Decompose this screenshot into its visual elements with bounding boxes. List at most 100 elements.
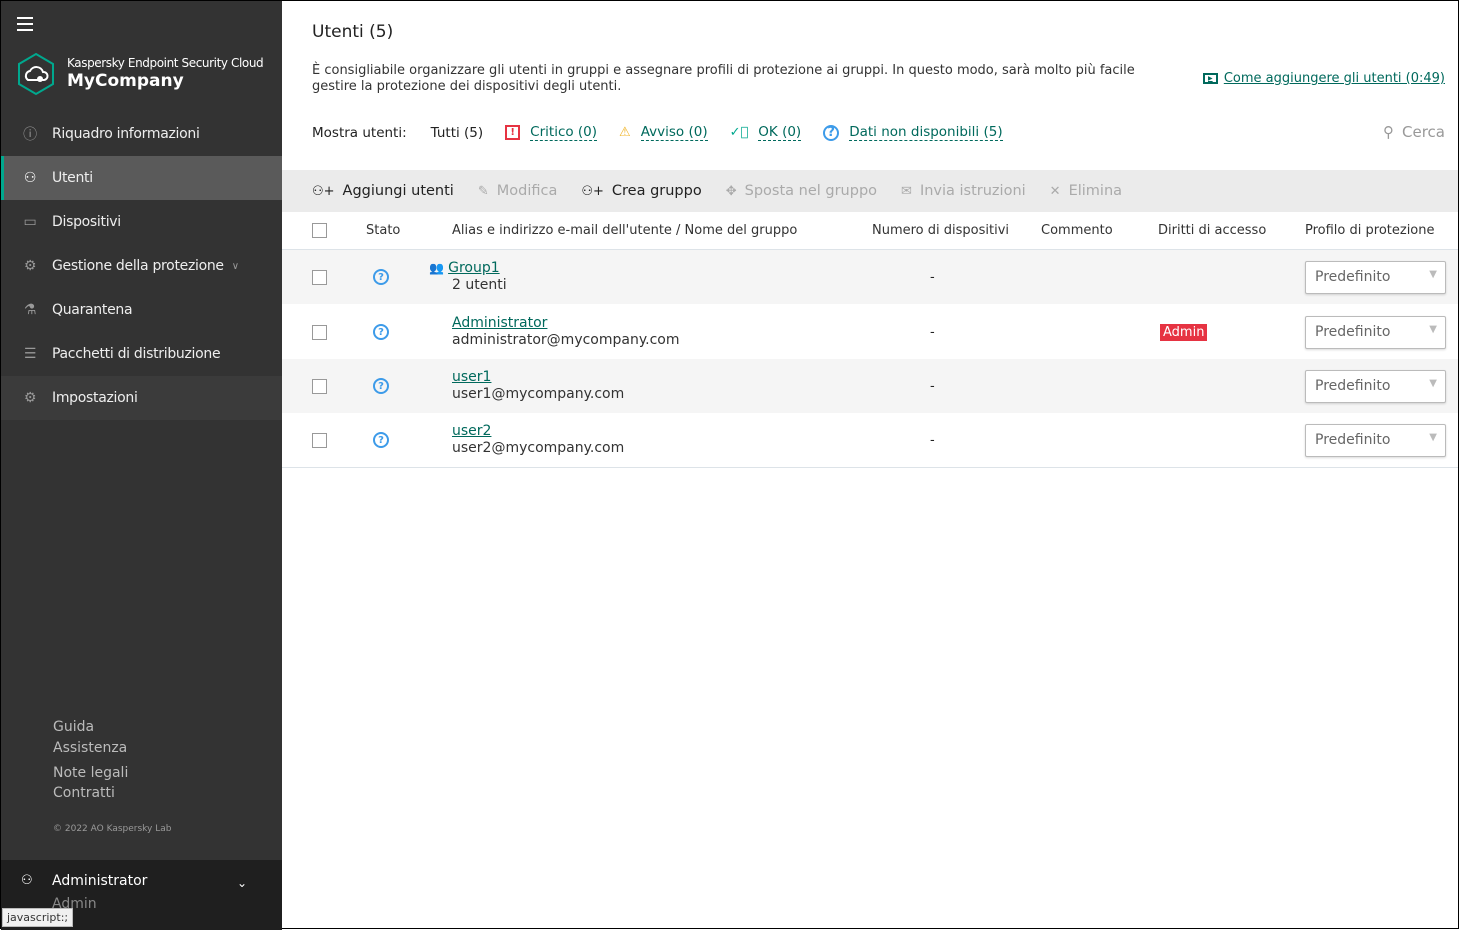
move-icon: ✥: [725, 183, 737, 199]
add-group-icon: ⚇+: [581, 183, 604, 199]
filters-label: Mostra utenti:: [312, 124, 407, 141]
video-link-label: Come aggiungere gli utenti (0:49): [1223, 71, 1445, 86]
col-rights[interactable]: Diritti di accesso: [1158, 212, 1266, 249]
chevron-down-icon: ▼: [1429, 432, 1437, 443]
col-devices[interactable]: Numero di dispositivi: [872, 212, 1009, 249]
delete-label: Elimina: [1068, 183, 1123, 199]
warning-icon: ⚠: [619, 125, 631, 140]
filter-ok[interactable]: ✓⃝ OK (0): [730, 124, 802, 141]
sidebar: Kaspersky Endpoint Security Cloud MyComp…: [1, 1, 282, 930]
row-checkbox[interactable]: [312, 432, 327, 448]
packages-icon: ☰: [23, 346, 37, 362]
col-status[interactable]: Stato: [366, 212, 400, 249]
col-profile[interactable]: Profilo di protezione: [1305, 212, 1435, 249]
col-alias[interactable]: Alias e indirizzo e-mail dell'utente / N…: [452, 212, 797, 249]
create-group-label: Crea gruppo: [611, 183, 702, 199]
sidebar-item-label: Dispositivi: [52, 214, 121, 230]
filter-unavailable[interactable]: ? Dati non disponibili (5): [823, 124, 1003, 141]
guide-link[interactable]: Guida: [53, 719, 94, 735]
chevron-down-icon: ▼: [1429, 378, 1437, 389]
user-icon: ⚇: [21, 873, 33, 888]
pencil-icon: ✎: [477, 183, 489, 199]
support-link[interactable]: Assistenza: [53, 740, 127, 756]
row-name-link[interactable]: user2: [452, 423, 491, 439]
menu-icon[interactable]: [17, 17, 33, 31]
col-comment[interactable]: Commento: [1041, 212, 1113, 249]
sidebar-item-quarantena[interactable]: ⚗ Quarantena: [1, 288, 282, 332]
chevron-down-icon: ▼: [1429, 269, 1437, 280]
question-icon: ?: [373, 324, 389, 340]
sidebar-item-pacchetti[interactable]: ☰ Pacchetti di distribuzione: [1, 332, 282, 376]
toolbar: ⚇+ Aggiungi utenti ✎ Modifica ⚇+ Crea grupp…: [282, 170, 1458, 212]
edit-button[interactable]: ✎ Modifica: [478, 183, 558, 199]
profile-value: Predefinito: [1315, 269, 1391, 285]
brand-company: MyCompany: [67, 71, 184, 91]
add-user-icon: ⚇+: [312, 183, 335, 199]
filter-warning[interactable]: ⚠ Avviso (0): [619, 124, 708, 141]
close-icon: ✕: [1049, 183, 1061, 199]
chevron-down-icon[interactable]: ⌄: [237, 876, 247, 890]
brand-product: Kaspersky Endpoint Security Cloud: [67, 56, 264, 70]
chevron-down-icon: ∨: [231, 260, 239, 272]
filter-critical-label: Critico (0): [530, 124, 598, 141]
send-instructions-button[interactable]: ✉ Invia istruzioni: [901, 183, 1026, 199]
delete-button[interactable]: ✕ Elimina: [1050, 183, 1122, 199]
contracts-link[interactable]: Contratti: [53, 785, 115, 801]
move-to-group-button[interactable]: ✥ Sposta nel gruppo: [726, 183, 877, 199]
profile-select[interactable]: Predefinito ▼: [1305, 316, 1446, 349]
row-checkbox[interactable]: [312, 324, 327, 340]
row-checkbox[interactable]: [312, 378, 327, 394]
sidebar-item-dispositivi[interactable]: ▭ Dispositivi: [1, 200, 282, 244]
chevron-down-icon: ▼: [1429, 324, 1437, 335]
send-label: Invia istruzioni: [919, 183, 1026, 199]
search-icon: ⚲: [1383, 123, 1395, 141]
play-icon: ▶: [1202, 73, 1218, 84]
sidebar-item-label: Pacchetti di distribuzione: [52, 346, 221, 362]
filter-all[interactable]: Tutti (5): [431, 125, 484, 141]
profile-value: Predefinito: [1315, 432, 1391, 448]
sidebar-item-label: Impostazioni: [52, 390, 138, 406]
sidebar-item-gestione[interactable]: ⚙ Gestione della protezione ∨: [1, 244, 282, 288]
sidebar-item-label: Gestione della protezione: [52, 258, 224, 274]
add-users-label: Aggiungi utenti: [342, 183, 454, 199]
page-title: Utenti (5): [312, 22, 394, 42]
add-users-button[interactable]: ⚇+ Aggiungi utenti: [312, 183, 454, 199]
row-name-link[interactable]: Group1: [448, 260, 500, 276]
legal-link[interactable]: Note legali: [53, 765, 128, 781]
profile-value: Predefinito: [1315, 324, 1391, 340]
profile-select[interactable]: Predefinito ▼: [1305, 424, 1446, 457]
profile-select[interactable]: Predefinito ▼: [1305, 261, 1446, 294]
table-end-divider: [282, 467, 1458, 468]
devices-icon: ▭: [23, 214, 37, 230]
sidebar-item-riquadro[interactable]: ⓘ Riquadro informazioni: [1, 112, 282, 156]
sidebar-item-impostazioni[interactable]: ⚙ Impostazioni: [1, 376, 282, 420]
filter-unavailable-label: Dati non disponibili (5): [849, 124, 1003, 141]
select-all-checkbox[interactable]: [312, 223, 327, 238]
sidebar-item-utenti[interactable]: ⚇ Utenti: [1, 156, 282, 200]
filter-warning-label: Avviso (0): [640, 124, 708, 141]
profile-select[interactable]: Predefinito ▼: [1305, 370, 1446, 403]
table-row: ? 👥 Group1 2 utenti - Predefinito ▼: [282, 250, 1458, 304]
row-name-link[interactable]: user1: [452, 369, 491, 385]
table-header: Stato Alias e indirizzo e-mail dell'uten…: [282, 212, 1458, 250]
group-icon: 👥: [429, 261, 444, 275]
info-icon: ⓘ: [23, 127, 37, 143]
filter-critical[interactable]: ! Critico (0): [505, 124, 598, 141]
row-devices: -: [930, 378, 935, 394]
create-group-button[interactable]: ⚇+ Crea gruppo: [581, 183, 701, 199]
sidebar-nav: ⓘ Riquadro informazioni ⚇ Utenti ▭ Disposit…: [1, 112, 282, 420]
table-row: ? user1 user1@mycompany.com - Predefinito…: [282, 359, 1458, 413]
video-link[interactable]: ▶ Come aggiungere gli utenti (0:49): [1202, 71, 1445, 86]
admin-badge: Admin: [1160, 323, 1208, 341]
move-label: Sposta nel gruppo: [744, 183, 878, 199]
search-button[interactable]: ⚲ Cerca: [1383, 123, 1445, 141]
status-bar: javascript:;: [2, 908, 74, 927]
row-sub: 2 utenti: [452, 277, 507, 293]
question-icon: ?: [373, 432, 389, 448]
row-devices: -: [930, 432, 935, 448]
row-sub: user2@mycompany.com: [452, 440, 625, 456]
row-name-link[interactable]: Administrator: [452, 315, 547, 331]
check-circle-icon: ✓⃝: [729, 125, 749, 140]
sidebar-item-label: Quarantena: [52, 302, 133, 318]
row-checkbox[interactable]: [312, 269, 327, 285]
